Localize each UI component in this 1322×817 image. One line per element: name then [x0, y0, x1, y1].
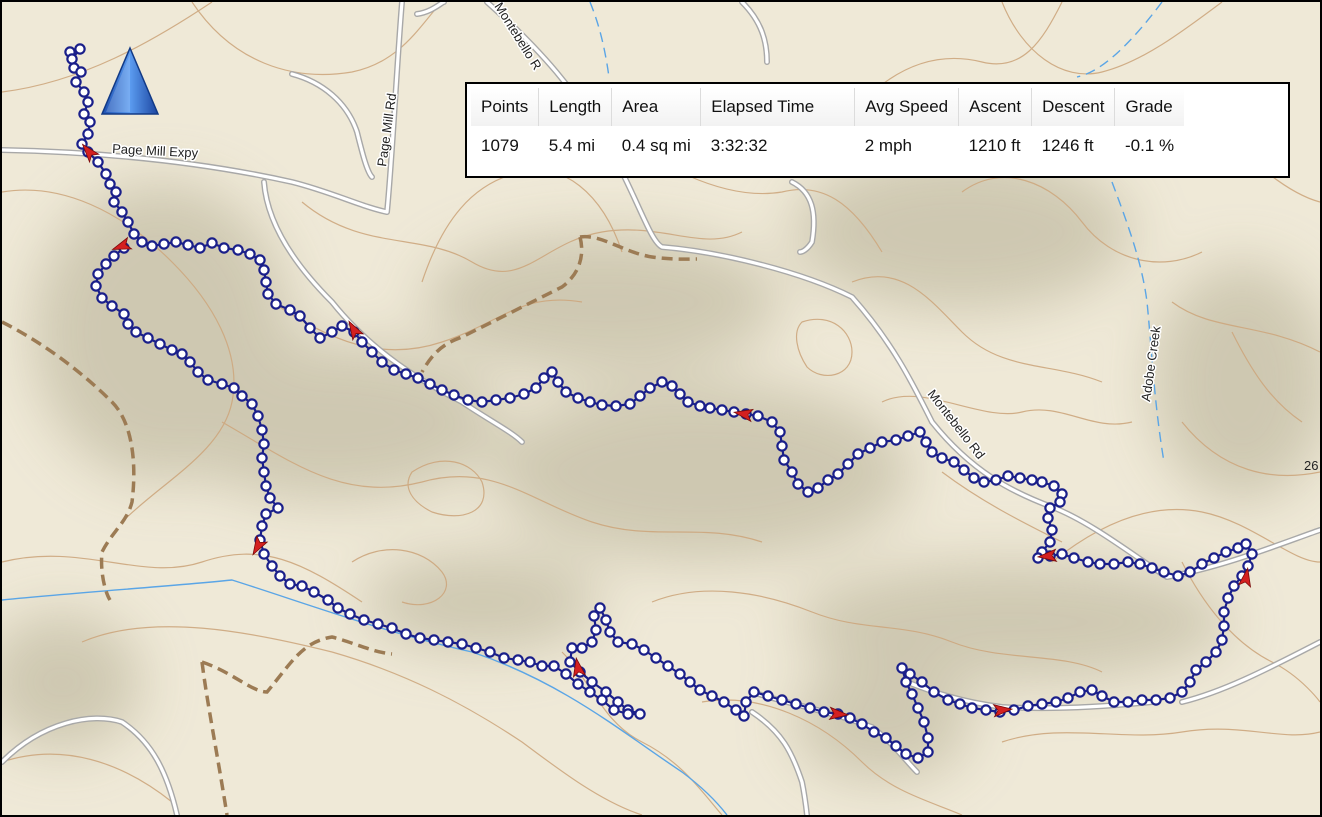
value-area: 0.4 sq mi [621, 136, 691, 155]
value-points: 1079 [481, 136, 519, 155]
value-avg-speed: 2 mph [864, 136, 912, 155]
header-points[interactable]: Points [471, 88, 540, 126]
header-elapsed-time[interactable]: Elapsed Time [700, 88, 856, 126]
header-avg-speed[interactable]: Avg Speed [854, 88, 960, 126]
map-frame: Page Mill Expy Page Mill Rd Montebello R… [0, 0, 1322, 817]
track-stats-panel: Points Length Area Elapsed Time Avg Spee… [465, 82, 1290, 178]
value-elapsed-time: 3:32:32 [710, 136, 768, 155]
header-grade[interactable]: Grade [1114, 88, 1185, 126]
header-area[interactable]: Area [611, 88, 702, 126]
stats-value-row[interactable]: 1079 5.4 mi 0.4 sq mi 3:32:32 2 mph 1210… [471, 126, 1184, 166]
value-ascent: 1210 ft [968, 136, 1021, 155]
header-descent[interactable]: Descent [1031, 88, 1116, 126]
header-length[interactable]: Length [538, 88, 613, 126]
value-length: 5.4 mi [548, 136, 596, 155]
track-stats-table: Points Length Area Elapsed Time Avg Spee… [471, 88, 1185, 166]
header-ascent[interactable]: Ascent [958, 88, 1033, 126]
value-grade: -0.1 % [1124, 136, 1175, 155]
edge-label-26: 26 [1304, 458, 1318, 473]
value-descent: 1246 ft [1041, 136, 1094, 155]
stats-header-row: Points Length Area Elapsed Time Avg Spee… [471, 88, 1185, 126]
